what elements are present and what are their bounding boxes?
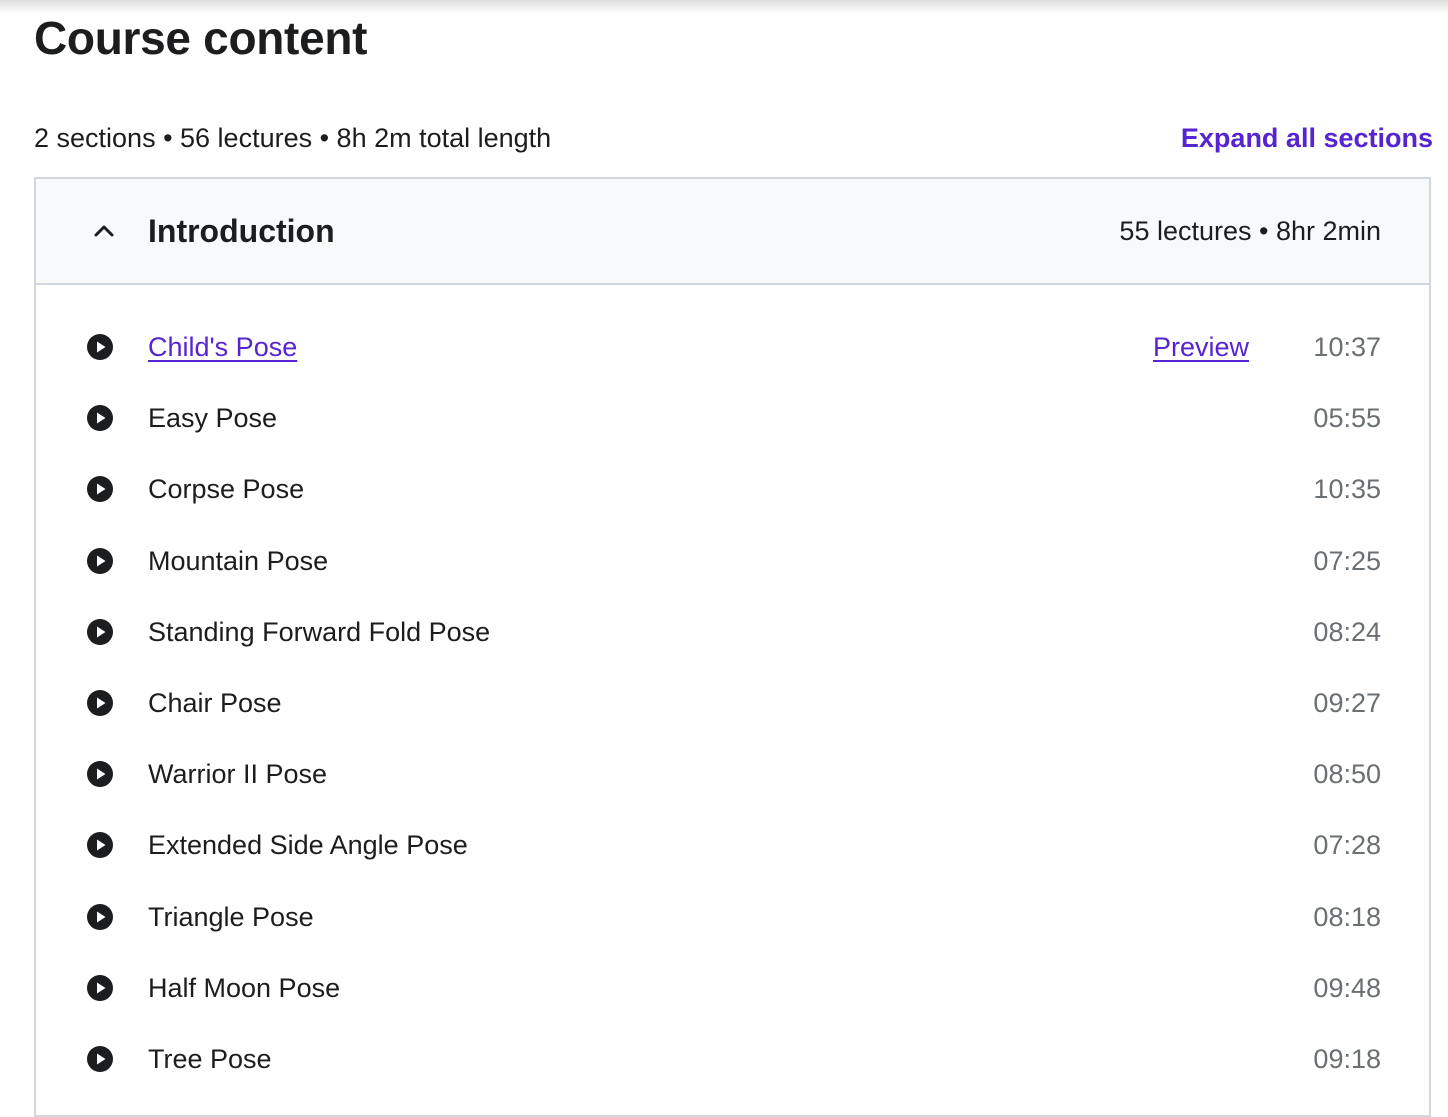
lecture-title: Half Moon Pose: [148, 972, 341, 1003]
play-circle-icon: [87, 974, 113, 1001]
lecture-duration: 08:24: [1313, 616, 1381, 647]
play-circle-icon: [87, 547, 113, 574]
section-meta: 55 lectures • 8hr 2min: [1119, 216, 1381, 246]
course-summary-row: 2 sections • 56 lectures • 8h 2m total l…: [34, 118, 1433, 158]
preview-link[interactable]: Preview: [1153, 327, 1249, 367]
chevron-up-icon: [94, 225, 114, 237]
lecture-item: Corpse Pose 10:35: [36, 461, 1429, 532]
lecture-title: Extended Side Angle Pose: [148, 830, 468, 861]
lecture-item: Mountain Pose 07:25: [36, 533, 1429, 604]
play-circle-icon: [87, 903, 113, 930]
play-circle-icon: [87, 832, 113, 859]
lecture-duration: 10:35: [1313, 474, 1381, 505]
lecture-duration: 09:48: [1313, 972, 1381, 1003]
lecture-title: Standing Forward Fold Pose: [148, 616, 491, 647]
lecture-duration: 10:37: [1313, 332, 1381, 362]
lecture-title: Chair Pose: [148, 687, 282, 718]
lecture-item: Warrior II Pose 08:50: [36, 746, 1429, 817]
lecture-duration: 07:28: [1313, 830, 1381, 861]
lecture-title-link[interactable]: Child's Pose: [148, 327, 297, 367]
section-header[interactable]: Introduction 55 lectures • 8hr 2min: [36, 179, 1429, 285]
lecture-title: Warrior II Pose: [148, 759, 328, 790]
lecture-duration: 08:18: [1313, 901, 1381, 932]
lecture-item: Triangle Pose 08:18: [36, 889, 1429, 960]
lecture-duration: 09:27: [1313, 687, 1381, 718]
page-title: Course content: [34, 12, 368, 64]
lecture-item: Chair Pose 09:27: [36, 675, 1429, 746]
section-title: Introduction: [148, 213, 335, 249]
play-circle-icon: [87, 405, 113, 432]
lecture-title: Easy Pose: [148, 403, 278, 434]
lecture-list: Child's Pose Preview 10:37 Easy Pose 05:…: [36, 319, 1429, 1102]
lecture-title: Triangle Pose: [148, 901, 314, 932]
lecture-duration: 08:50: [1313, 759, 1381, 790]
lecture-duration: 09:18: [1313, 1043, 1381, 1074]
play-circle-icon: [87, 1045, 113, 1072]
lecture-item: Easy Pose 05:55: [36, 390, 1429, 461]
lecture-title: Tree Pose: [148, 1043, 272, 1074]
expand-all-sections-button[interactable]: Expand all sections: [1181, 118, 1433, 158]
play-circle-icon: [87, 334, 113, 360]
play-circle-icon: [87, 761, 113, 788]
play-circle-icon: [87, 476, 113, 503]
lecture-item: Standing Forward Fold Pose 08:24: [36, 604, 1429, 675]
lecture-item: Child's Pose Preview 10:37: [36, 319, 1429, 390]
lecture-title: Mountain Pose: [148, 545, 329, 576]
lecture-duration: 05:55: [1313, 403, 1381, 434]
lecture-item: Half Moon Pose 09:48: [36, 960, 1429, 1031]
play-circle-icon: [87, 618, 113, 645]
lecture-title: Corpse Pose: [148, 474, 305, 505]
section-introduction: Introduction 55 lectures • 8hr 2min Chil…: [34, 177, 1431, 1117]
play-circle-icon: [87, 689, 113, 716]
lecture-item: Extended Side Angle Pose 07:28: [36, 817, 1429, 888]
lecture-item: Tree Pose 09:18: [36, 1031, 1429, 1102]
course-summary: 2 sections • 56 lectures • 8h 2m total l…: [34, 123, 552, 153]
lecture-duration: 07:25: [1313, 545, 1381, 576]
